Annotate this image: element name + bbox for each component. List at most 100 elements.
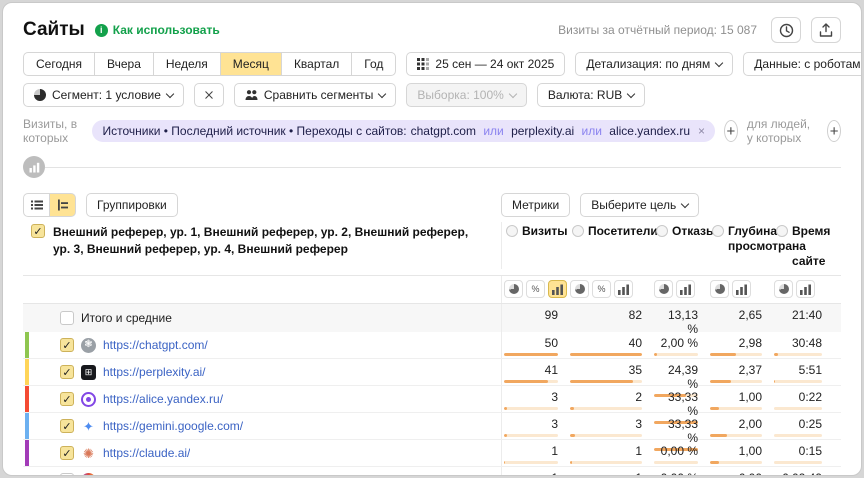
metric-header-label: Посетители [588,224,658,239]
pie-toggle-button[interactable] [570,280,589,298]
totals-values: 998213,13 %2,6521:40 [501,304,841,332]
perplexity-icon: ⊞ [81,365,96,380]
flat-list-view-button[interactable] [23,193,50,217]
how-to-use-link[interactable]: i Как использовать [95,23,220,37]
bar-toggle-button[interactable] [732,280,751,298]
goal-dropdown[interactable]: Выберите цель [580,193,699,217]
sampling-dropdown[interactable]: Выборка: 100% [406,83,526,107]
filter-site-value: perplexity.ai [511,124,574,138]
metric-value-text: 30:48 [792,336,822,350]
row-checkbox[interactable]: ✓ [60,338,74,352]
totals-left: Итого и средние [23,304,501,332]
chart-toggle-button[interactable] [23,156,45,178]
compare-segments-dropdown[interactable]: Сравнить сегменты [234,83,397,107]
clear-segment-button[interactable] [194,83,224,107]
metric-bar [504,407,558,410]
pie-toggle-icon [509,284,519,294]
metric-value-text: 3 [635,417,642,431]
metric-bar [504,461,558,464]
metric-value-text: 41 [545,363,558,377]
row-checkbox[interactable]: ✓ [60,446,74,460]
chevron-down-icon [378,89,386,97]
period-button[interactable]: Год [351,52,396,76]
metrics-button[interactable]: Метрики [501,193,570,217]
metric-bar [710,434,762,437]
bar-toggle-button[interactable] [676,280,695,298]
period-button[interactable]: Сегодня [23,52,95,76]
segment-dropdown[interactable]: Сегмент: 1 условие [23,83,184,107]
period-button[interactable]: Вчера [94,52,154,76]
metric-value-text: 6:02:49 [782,471,822,476]
select-all-checkbox[interactable]: ✓ [31,224,45,238]
row-left: ✓✦https://gemini.google.com/ [23,413,501,439]
metric-help-icon [656,225,668,237]
metric-bar [570,461,642,464]
groupings-label: Группировки [97,198,167,212]
add-people-condition-button[interactable]: + [827,120,841,142]
pct-toggle-button[interactable]: % [592,280,611,298]
pie-toggle-button[interactable] [710,280,729,298]
metric-header-5[interactable]: Время на сайте [772,222,842,269]
period-group: СегодняВчераНеделяМесяцКварталГод [23,52,396,76]
remove-filter-icon[interactable]: × [698,124,705,138]
row-checkbox[interactable]: ✓ [60,365,74,379]
segment-label: Сегмент: 1 условие [52,88,161,102]
date-range-button[interactable]: 25 сен — 24 окт 2025 [406,52,565,76]
metric-value-text: 6,00 [739,471,762,476]
metric-header-4[interactable]: Глубина просмотра [708,222,772,269]
totals-checkbox[interactable] [60,311,74,325]
metric-help-icon [712,225,724,237]
dimension-header: ✓ Внешний реферер, ур. 1, Внешний рефере… [23,222,501,269]
period-button[interactable]: Неделя [153,52,221,76]
history-button[interactable] [771,17,801,43]
metric-header-1[interactable]: Визиты [502,222,568,269]
site-link[interactable]: https://chatgpt.com/ [103,338,208,352]
metric-value: 1 [568,440,652,466]
pct-toggle-button[interactable]: % [526,280,545,298]
add-visit-condition-button[interactable]: + [724,120,738,142]
copilot-icon [81,473,96,477]
metric-bar [774,461,822,464]
pie-toggle-button[interactable] [654,280,673,298]
metric-header-3[interactable]: Отказы [652,222,708,269]
pie-toggle-button[interactable] [774,280,793,298]
period-button[interactable]: Квартал [281,52,352,76]
currency-dropdown[interactable]: Валюта: RUB [537,83,645,107]
row-left: ✓✺https://claude.ai/ [23,440,501,466]
metric-value: 1 [568,467,652,476]
groupings-button[interactable]: Группировки [86,193,178,217]
dimension-header-label: Внешний реферер, ур. 1, Внешний реферер,… [53,224,487,258]
metric-value-text: 1 [635,471,642,476]
metric-header-2[interactable]: Посетители [568,222,652,269]
table-row: ✓✺https://claude.ai/110,00 %1,000:15 [23,440,841,467]
metric-bar [710,380,762,383]
metric-bar [654,353,698,356]
pie-toggle-button[interactable] [504,280,523,298]
bar-toggle-button[interactable] [614,280,633,298]
data-mode-dropdown[interactable]: Данные: с роботами [743,52,862,76]
row-checkbox[interactable]: ✓ [60,419,74,433]
row-checkbox[interactable]: ✓ [60,392,74,406]
tree-view-button[interactable] [49,193,76,217]
filter-condition-pill[interactable]: Источники • Последний источник • Переход… [92,120,715,142]
table-toolbar: Группировки Метрики Выберите цель [23,192,841,218]
site-link[interactable]: https://perplexity.ai/ [103,365,206,379]
site-link[interactable]: https://alice.yandex.ru/ [103,392,223,406]
site-link[interactable]: https://claude.ai/ [103,446,190,460]
metric-value-text: 2,00 % [661,336,698,350]
metric-value-text: 0:25 [799,417,822,431]
row-checkbox[interactable] [60,473,74,476]
bar-toggle-button[interactable] [796,280,815,298]
chevron-down-icon [627,89,635,97]
metric-bar [504,353,558,356]
detail-label: Детализация: по дням [586,57,710,71]
metric-bar [774,434,822,437]
row-color-stripe [25,413,29,439]
site-link[interactable]: https://copilot.microsoft.com/ [103,473,255,476]
bar-toggle-button[interactable] [548,280,567,298]
detail-dropdown[interactable]: Детализация: по дням [575,52,733,76]
site-link[interactable]: https://gemini.google.com/ [103,419,243,433]
metric-headers: ВизитыПосетителиОтказыГлубина просмотраВ… [501,222,841,269]
period-button[interactable]: Месяц [220,52,282,76]
export-button[interactable] [811,17,841,43]
